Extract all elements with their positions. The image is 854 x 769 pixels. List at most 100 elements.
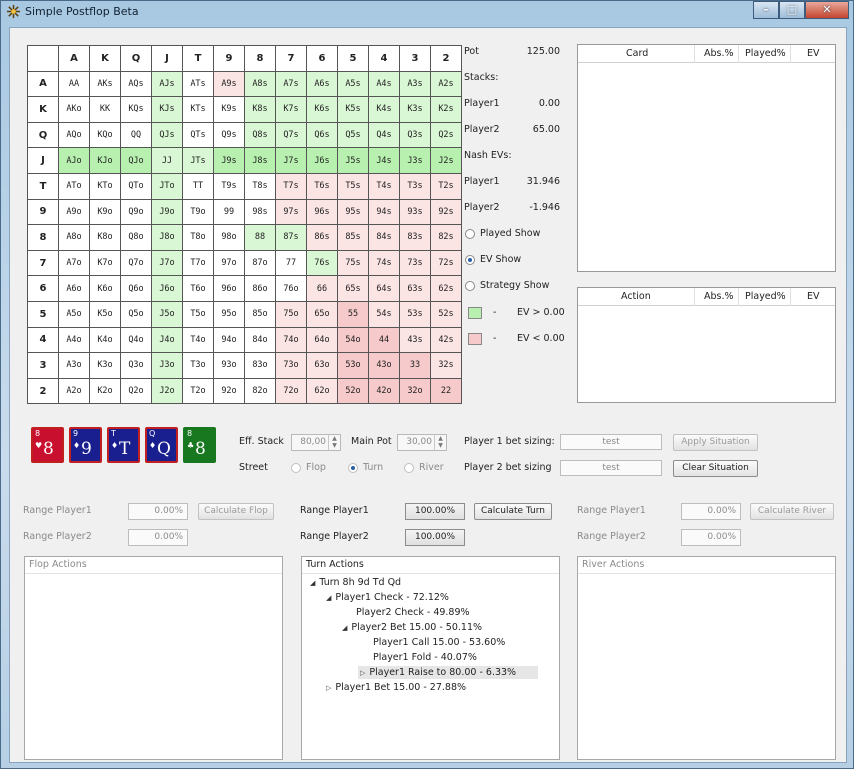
hand-cell[interactable]: 98s [244, 198, 276, 226]
hand-cell[interactable]: Q4s [368, 121, 400, 149]
hand-cell[interactable]: T7o [182, 249, 214, 277]
hand-cell[interactable]: AA [58, 70, 90, 98]
hand-cell[interactable]: JTs [182, 147, 214, 174]
clear-situation-button[interactable]: Clear Situation [673, 460, 758, 477]
hand-cell[interactable]: QJs [151, 121, 183, 149]
hand-cell[interactable]: J9s [213, 147, 245, 174]
hand-cell[interactable]: Q3s [399, 121, 431, 149]
hand-cell[interactable]: AQs [120, 70, 152, 98]
hand-cell[interactable]: 93o [213, 352, 245, 379]
board-card[interactable]: 8 ♣ 8 [183, 427, 216, 463]
hand-cell[interactable]: J2s [430, 147, 462, 174]
hand-cell[interactable]: 74s [368, 249, 400, 277]
hand-cell[interactable]: 76s [306, 249, 338, 277]
hand-cell[interactable]: J4s [368, 147, 400, 174]
hand-cell[interactable]: JJ [151, 147, 183, 174]
card-table[interactable]: Card Abs.% Played% EV [577, 44, 836, 272]
hand-cell[interactable]: K4o [89, 326, 121, 354]
hand-cell[interactable]: Q5o [120, 300, 152, 328]
expanded-arrow-icon[interactable]: ◢ [342, 624, 347, 632]
hand-cell[interactable]: 82o [244, 377, 276, 405]
hand-cell[interactable]: 86o [244, 275, 276, 302]
minimize-button[interactable]: – [753, 1, 779, 19]
hand-cell[interactable]: 98o [213, 224, 245, 251]
hand-cell[interactable]: 63o [306, 352, 338, 379]
flop-range-player1-value[interactable]: 0.00% [128, 503, 188, 520]
hand-cell[interactable]: A8s [244, 70, 276, 98]
hand-cell[interactable]: KJs [151, 96, 183, 123]
hand-cell[interactable]: K9o [89, 198, 121, 226]
hand-cell[interactable]: T8o [182, 224, 214, 251]
hand-cell[interactable]: KTs [182, 96, 214, 123]
hand-cell[interactable]: K5s [337, 96, 369, 123]
hand-cell[interactable]: 94o [213, 326, 245, 354]
hand-cell[interactable]: T6o [182, 275, 214, 302]
hand-cell[interactable]: KK [89, 96, 121, 123]
hand-cell[interactable]: Q2o [120, 377, 152, 405]
hand-cell[interactable]: A5o [58, 300, 90, 328]
ev-show-label[interactable]: EV Show [480, 254, 521, 265]
hand-cell[interactable]: J3o [151, 352, 183, 379]
hand-cell[interactable]: T2o [182, 377, 214, 405]
hand-cell[interactable]: Q9s [213, 121, 245, 149]
hand-cell[interactable]: A3s [399, 70, 431, 98]
tree-node-p1-bet[interactable]: ▷ Player1 Bet 15.00 - 27.88% [326, 682, 466, 693]
hand-cell[interactable]: KQs [120, 96, 152, 123]
turn-range-player2-value[interactable]: 100.00% [405, 529, 465, 546]
hand-cell[interactable]: KQo [89, 121, 121, 149]
expanded-arrow-icon[interactable]: ◢ [310, 579, 315, 587]
hand-cell[interactable]: 22 [430, 377, 462, 405]
col-abs[interactable]: Abs.% [704, 48, 734, 59]
hand-cell[interactable]: 87o [244, 249, 276, 277]
hand-cell[interactable]: A7o [58, 249, 90, 277]
hand-cell[interactable]: Q7s [275, 121, 307, 149]
hand-cell[interactable]: 55 [337, 300, 369, 328]
flop-actions-panel[interactable]: Flop Actions [24, 556, 283, 760]
hand-cell[interactable]: 94s [368, 198, 400, 226]
hand-cell[interactable]: 72s [430, 249, 462, 277]
hand-cell[interactable]: 72o [275, 377, 307, 405]
board-card[interactable]: Q ♦ Q [145, 427, 178, 463]
hand-cell[interactable]: 99 [213, 198, 245, 226]
hand-cell[interactable]: 64s [368, 275, 400, 302]
hand-cell[interactable]: 77 [275, 249, 307, 277]
hand-cell[interactable]: Q5s [337, 121, 369, 149]
river-range-player1-value[interactable]: 0.00% [681, 503, 741, 520]
hand-cell[interactable]: K4s [368, 96, 400, 123]
street-river-label[interactable]: River [419, 462, 444, 473]
hand-cell[interactable]: J2o [151, 377, 183, 405]
hand-cell[interactable]: AQo [58, 121, 90, 149]
hand-cell[interactable]: 64o [306, 326, 338, 354]
hand-cell[interactable]: 92s [430, 198, 462, 226]
title-bar[interactable]: Simple Postflop Beta – □ ✕ [1, 1, 853, 23]
hand-cell[interactable]: 95o [213, 300, 245, 328]
hand-cell[interactable]: A3o [58, 352, 90, 379]
hand-cell[interactable]: A9s [213, 70, 245, 98]
col-played[interactable]: Played% [745, 48, 786, 59]
hand-cell[interactable]: K7o [89, 249, 121, 277]
hand-cell[interactable]: J4o [151, 326, 183, 354]
hand-cell[interactable]: K3o [89, 352, 121, 379]
collapsed-arrow-icon[interactable]: ▷ [326, 684, 331, 692]
hand-cell[interactable]: T4s [368, 172, 400, 200]
tree-node-p1-check[interactable]: ◢ Player1 Check - 72.12% [326, 592, 449, 603]
hand-cell[interactable]: T2s [430, 172, 462, 200]
hand-cell[interactable]: K9s [213, 96, 245, 123]
tree-node-root[interactable]: ◢ Turn 8h 9d Td Qd [310, 577, 401, 588]
hand-cell[interactable]: 53o [337, 352, 369, 379]
board-card[interactable]: 9 ♦ 9 [69, 427, 102, 463]
hand-cell[interactable]: J6s [306, 147, 338, 174]
col-card[interactable]: Card [626, 48, 648, 59]
hand-cell[interactable]: 96s [306, 198, 338, 226]
player1-bet-sizing-input[interactable]: test [560, 434, 662, 450]
hand-cell[interactable]: T9s [213, 172, 245, 200]
hand-cell[interactable]: K6o [89, 275, 121, 302]
hand-cell[interactable]: 33 [399, 352, 431, 379]
hand-cell[interactable]: 87s [275, 224, 307, 251]
col-action[interactable]: Action [621, 291, 651, 302]
hand-cell[interactable]: K5o [89, 300, 121, 328]
hand-cell[interactable]: T5s [337, 172, 369, 200]
hand-cell[interactable]: 93s [399, 198, 431, 226]
hand-cell[interactable]: 76o [275, 275, 307, 302]
hand-cell[interactable]: 62o [306, 377, 338, 405]
